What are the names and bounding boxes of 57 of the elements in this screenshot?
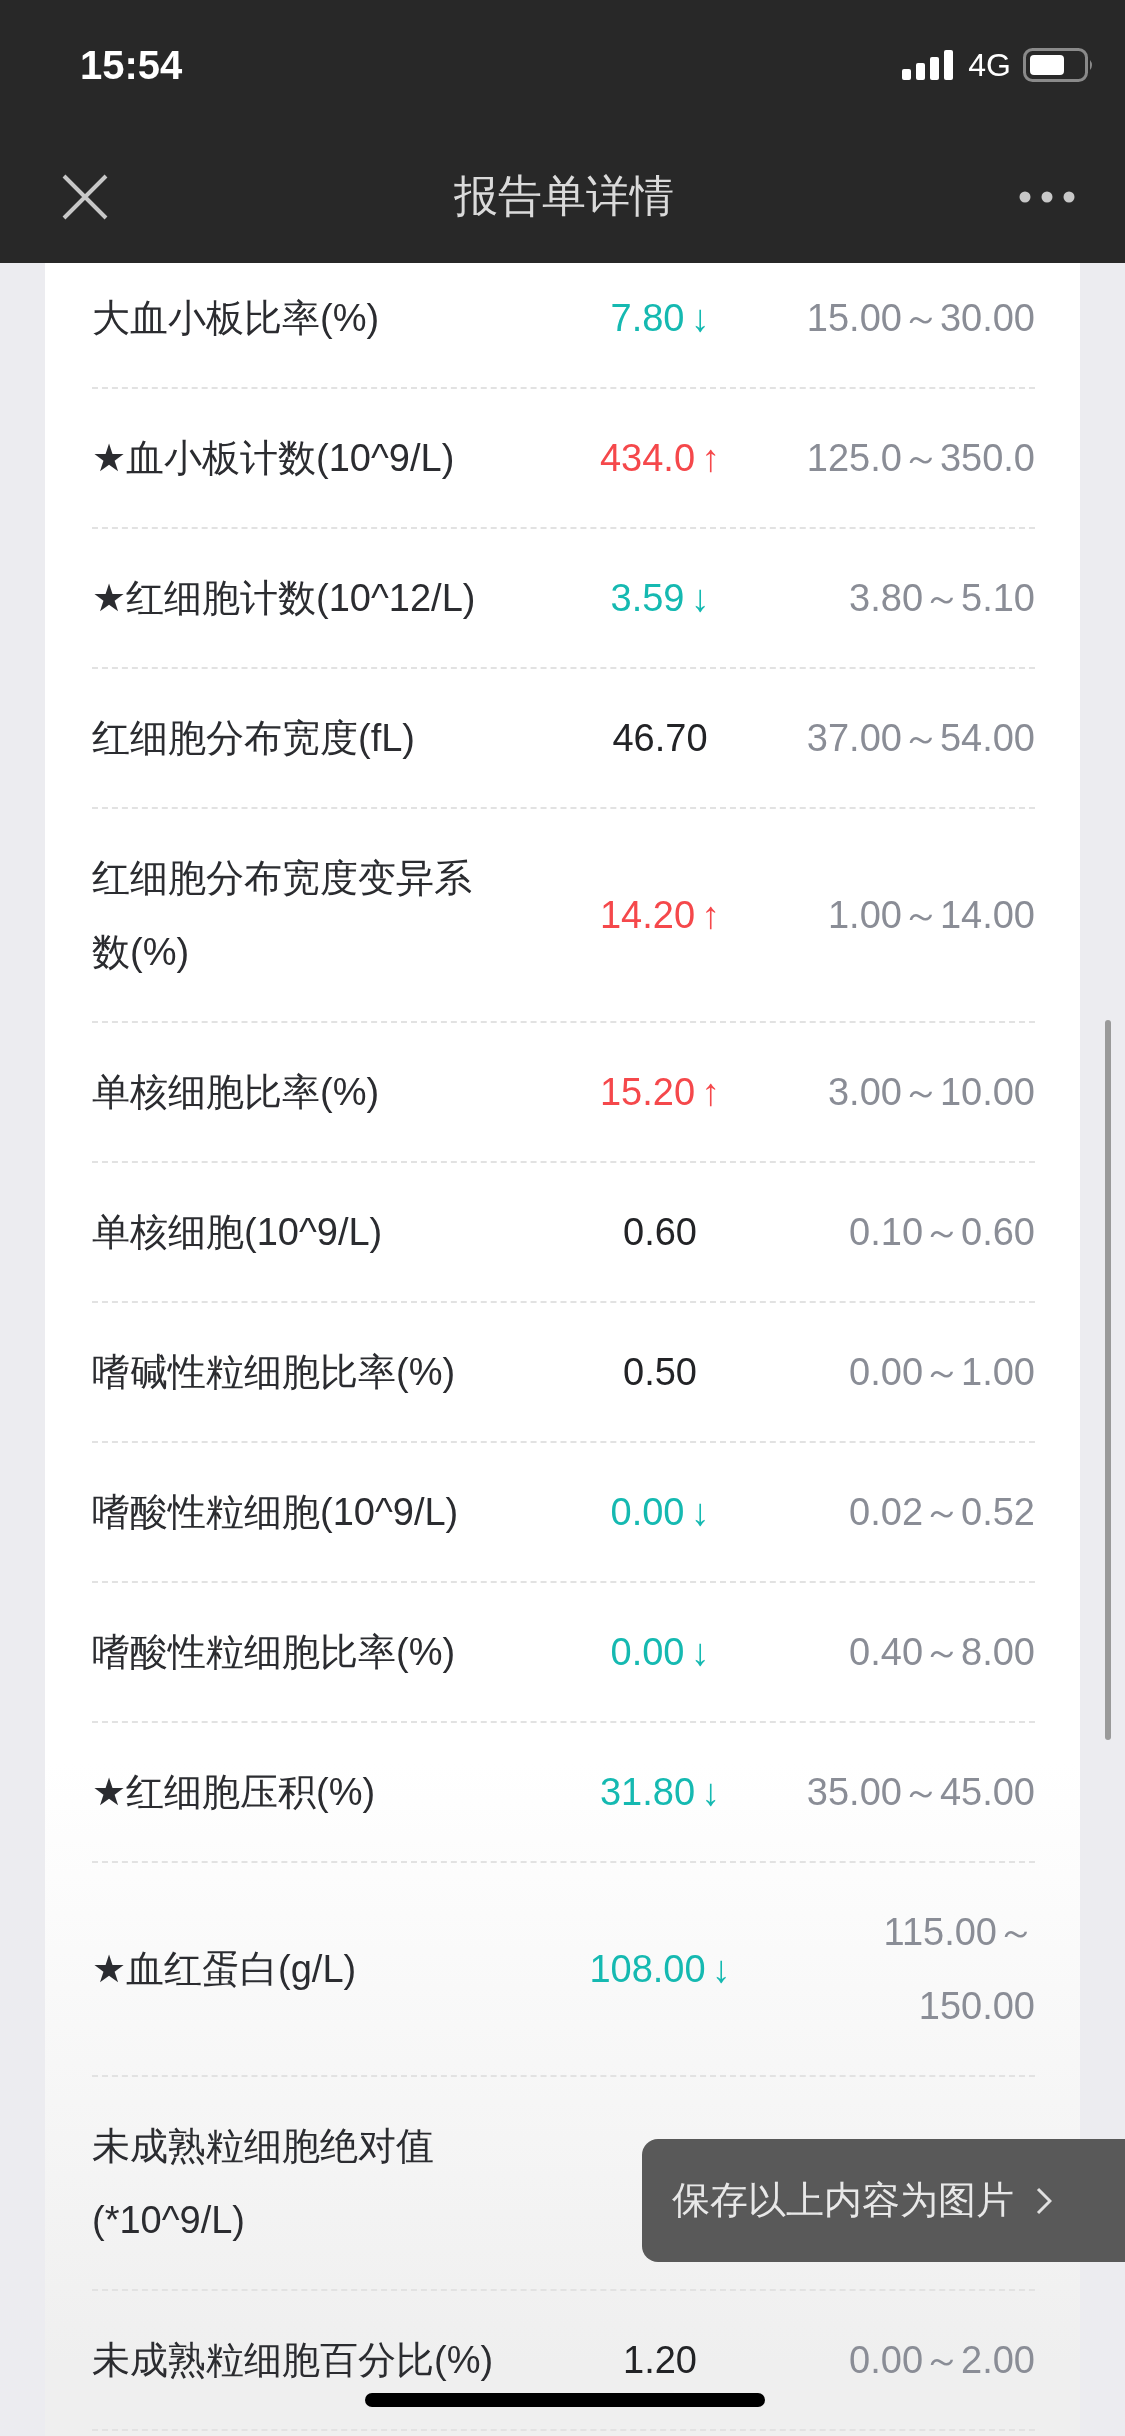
flag-arrow: ↓ (690, 1490, 710, 1535)
flag-arrow: ↓ (690, 1630, 710, 1675)
test-name: 单核细胞比率(%) (92, 1070, 381, 1115)
test-name: 未成熟粒细胞百分比(%) (92, 2338, 495, 2383)
test-name: 红细胞分布宽度变异系数(%) (92, 856, 473, 975)
reference-range: 37.00～54.00 (806, 716, 1035, 761)
save-as-image-button[interactable]: 保存以上内容为图片 (642, 2139, 1125, 2262)
flag-arrow: ↓ (690, 576, 710, 621)
result-value: 0.00 (610, 1490, 685, 1535)
flag-arrow: ↓ (711, 1947, 731, 1992)
result-value: 46.70 (612, 716, 708, 761)
result-value: 0.50 (623, 1350, 697, 1395)
close-icon[interactable] (62, 173, 108, 220)
test-name: 未成熟粒细胞绝对值(*10^9/L) (92, 2124, 435, 2243)
test-name: ★红细胞压积(%) (92, 1770, 377, 1815)
page-title: 报告单详情 (453, 170, 674, 222)
result-value: 108.00 (589, 1947, 706, 1992)
reference-range: 115.00～150.00 (882, 1910, 1035, 2029)
result-value: 3.59 (610, 576, 685, 621)
flag-arrow: ↑ (701, 893, 721, 938)
test-name: 大血小板比率(%) (92, 296, 381, 341)
flag-arrow: ↓ (701, 1770, 721, 1815)
reference-range: 3.00～10.00 (827, 1070, 1035, 1115)
battery-icon (1023, 48, 1095, 82)
reference-range: 0.10～0.60 (849, 1210, 1035, 1255)
status-time: 15:54 (80, 42, 183, 88)
reference-range: 0.00～1.00 (849, 1350, 1035, 1395)
reference-range: 0.00～2.00 (849, 2338, 1035, 2383)
flag-arrow: ↑ (701, 1070, 721, 1115)
test-name: 嗜碱性粒细胞比率(%) (92, 1350, 457, 1395)
reference-range: 1.00～14.00 (827, 893, 1035, 938)
result-value: 31.80 (599, 1770, 696, 1815)
reference-range: 35.00～45.00 (806, 1770, 1035, 1815)
result-value: 1.20 (623, 2338, 697, 2383)
chevron-icon (1036, 2186, 1052, 2215)
result-value: 0.00 (610, 1630, 685, 1675)
flag-arrow: ↓ (690, 296, 710, 341)
flag-arrow: ↑ (701, 436, 721, 481)
result-value: 15.20 (599, 1070, 696, 1115)
more-icon[interactable] (1019, 190, 1075, 203)
test-name: 嗜酸性粒细胞(10^9/L) (92, 1490, 460, 1535)
result-value: 0.60 (623, 1210, 697, 1255)
test-name: ★血红蛋白(g/L) (92, 1947, 358, 1992)
test-name: 红细胞分布宽度(fL) (92, 716, 416, 761)
result-value: 434.0 (599, 436, 696, 481)
result-value: 14.20 (599, 893, 696, 938)
reference-range: 125.0～350.0 (806, 436, 1035, 481)
test-name: 嗜酸性粒细胞比率(%) (92, 1630, 457, 1675)
reference-range: 15.00～30.00 (806, 296, 1035, 341)
reference-range: 0.02～0.52 (849, 1490, 1035, 1535)
reference-range: 3.80～5.10 (849, 576, 1035, 621)
reference-range: 0.40～8.00 (849, 1630, 1035, 1675)
test-name: 单核细胞(10^9/L) (92, 1210, 384, 1255)
test-name: ★血小板计数(10^9/L) (92, 436, 456, 481)
result-value: 7.80 (610, 296, 685, 341)
test-name: ★红细胞计数(10^12/L) (92, 576, 477, 621)
network-label: 4G (968, 46, 1011, 84)
